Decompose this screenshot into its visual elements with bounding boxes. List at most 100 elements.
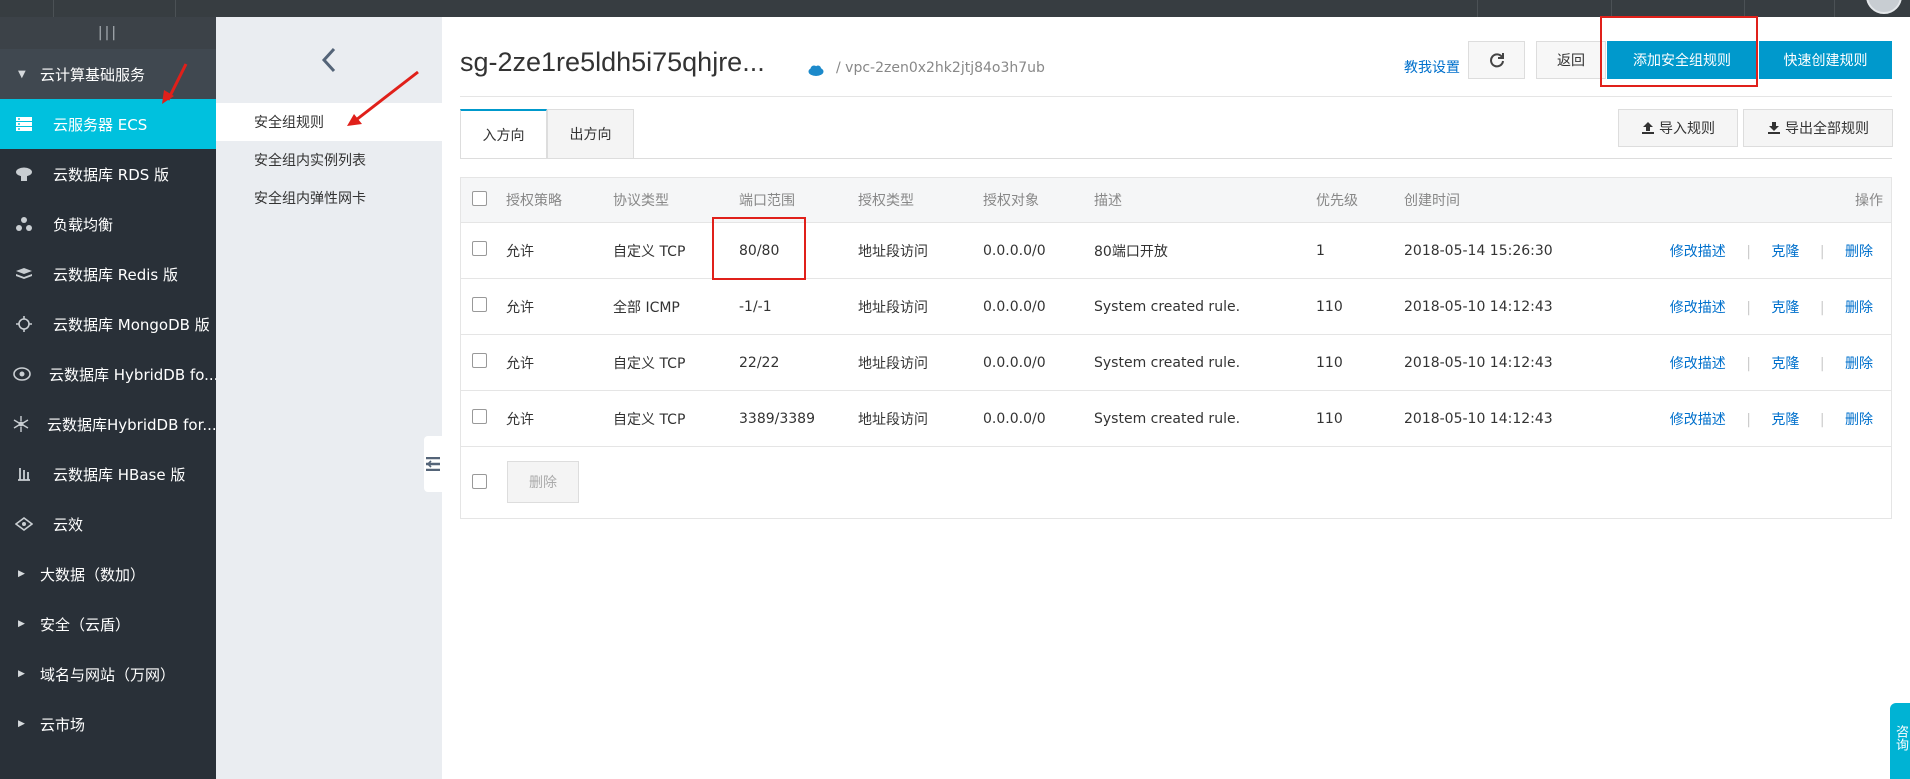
sidebar-item-devops[interactable]: 云效 [0, 499, 216, 549]
sidebar-item-hybriddb-2[interactable]: 云数据库HybridDB for... [0, 399, 216, 449]
sidebar-group-label: 安全（云盾） [40, 615, 131, 634]
sidebar-item-label: 负载均衡 [53, 215, 114, 234]
sidebar-collapse-handle[interactable]: ||| [0, 17, 216, 49]
cell-description: System created rule. [1094, 354, 1241, 371]
topbar-segment[interactable] [1346, 0, 1478, 17]
edit-description-link[interactable]: 修改描述 [1670, 300, 1726, 316]
select-all-checkbox[interactable] [472, 191, 487, 206]
consult-label: 咨询 [1893, 725, 1908, 751]
clone-link[interactable]: 克隆 [1771, 356, 1799, 372]
table-row: 允许 自定义 TCP 22/22 地址段访问 0.0.0.0/0 System … [461, 335, 1891, 391]
action-separator: | [1819, 243, 1825, 260]
clone-link[interactable]: 克隆 [1771, 244, 1799, 260]
sidebar-group-domain[interactable]: ▶ 域名与网站（万网） [0, 649, 216, 699]
row-checkbox[interactable] [472, 409, 487, 424]
delete-link[interactable]: 删除 [1845, 412, 1873, 428]
cell-created: 2018-05-10 14:12:43 [1404, 298, 1553, 315]
back-button[interactable]: 返回 [1536, 41, 1606, 79]
table-row: 允许 自定义 TCP 80/80 地址段访问 0.0.0.0/0 80端口开放 … [461, 217, 1891, 280]
sidebar-item-mongodb[interactable]: 云数据库 MongoDB 版 [0, 299, 216, 349]
avatar[interactable] [1866, 0, 1902, 14]
row-actions: 修改描述 | 克隆 | 删除 [1670, 409, 1873, 429]
mongodb-icon [13, 313, 35, 335]
sidebar-item-hbase[interactable]: 云数据库 HBase 版 [0, 449, 216, 499]
sidebar-group-cloud-basic[interactable]: ▼ 云计算基础服务 [0, 49, 216, 99]
delete-link[interactable]: 删除 [1845, 356, 1873, 372]
topbar-segment[interactable] [1612, 0, 1745, 17]
export-rules-button[interactable]: 导出全部规则 [1743, 109, 1893, 147]
row-actions: 修改描述 | 克隆 | 删除 [1670, 297, 1873, 317]
row-checkbox[interactable] [472, 297, 487, 312]
edit-description-link[interactable]: 修改描述 [1670, 244, 1726, 260]
clone-link[interactable]: 克隆 [1771, 300, 1799, 316]
submenu-item-instances[interactable]: 安全组内实例列表 [216, 141, 442, 179]
column-header: 端口范围 [739, 193, 795, 209]
action-separator: | [1746, 355, 1751, 372]
cloud-icon[interactable] [808, 61, 824, 80]
column-header: 授权对象 [983, 193, 1039, 209]
cell-port: 22/22 [739, 354, 780, 371]
delete-link[interactable]: 删除 [1845, 244, 1873, 260]
export-label: 导出全部规则 [1785, 121, 1869, 137]
table-footer: 删除 [461, 447, 1891, 518]
edit-description-link[interactable]: 修改描述 [1670, 356, 1726, 372]
topbar-segment[interactable] [0, 0, 54, 17]
cell-protocol: 自定义 TCP [613, 243, 686, 260]
cell-auth-type: 地址段访问 [858, 411, 928, 428]
breadcrumb-vpc: / vpc-2zen0x2hk2jtj84o3h7ub [836, 60, 1045, 76]
bulk-delete-button[interactable]: 删除 [507, 461, 579, 503]
refresh-icon [1489, 53, 1504, 68]
sidebar-group-market[interactable]: ▶ 云市场 [0, 699, 216, 749]
sidebar-item-slb[interactable]: 负载均衡 [0, 199, 216, 249]
collapse-menu-icon[interactable] [424, 436, 442, 492]
cell-auth-type: 地址段访问 [858, 299, 928, 316]
cell-target: 0.0.0.0/0 [983, 242, 1046, 259]
cell-target: 0.0.0.0/0 [983, 410, 1046, 427]
cell-priority: 110 [1316, 354, 1343, 371]
help-link[interactable]: 教我设置 [1404, 49, 1460, 85]
column-header: 协议类型 [613, 193, 669, 209]
action-separator: | [1819, 411, 1825, 428]
cell-port: 3389/3389 [739, 410, 815, 427]
edit-description-link[interactable]: 修改描述 [1670, 412, 1726, 428]
sidebar-item-rds[interactable]: 云数据库 RDS 版 [0, 149, 216, 199]
clone-link[interactable]: 克隆 [1771, 412, 1799, 428]
sidebar-item-ecs[interactable]: 云服务器 ECS [0, 99, 216, 149]
topbar-segment[interactable] [54, 0, 176, 17]
hybriddb-cluster-icon [13, 413, 29, 435]
sidebar-item-label: 云效 [53, 515, 84, 534]
footer-select-all-checkbox[interactable] [472, 474, 487, 489]
tabs-divider [460, 158, 1892, 159]
import-rules-button[interactable]: 导入规则 [1618, 109, 1738, 147]
tab-outbound[interactable]: 出方向 [547, 109, 634, 159]
caret-down-icon: ▼ [18, 68, 26, 80]
cell-protocol: 自定义 TCP [613, 411, 686, 428]
back-chevron-icon[interactable] [216, 17, 442, 103]
sidebar-item-redis[interactable]: 云数据库 Redis 版 [0, 249, 216, 299]
cell-priority: 1 [1316, 242, 1325, 259]
main-content: sg-2ze1re5ldh5i75qhjre... / vpc-2zen0x2h… [442, 16, 1910, 779]
column-header: 创建时间 [1404, 193, 1460, 209]
row-checkbox[interactable] [472, 353, 487, 368]
consult-floating-button[interactable]: 咨询 [1890, 703, 1910, 779]
tab-inbound[interactable]: 入方向 [460, 109, 547, 159]
sidebar-item-hybriddb[interactable]: 云数据库 HybridDB fo... [0, 349, 216, 399]
submenu-item-eni[interactable]: 安全组内弹性网卡 [216, 179, 442, 217]
quick-create-rule-button[interactable]: 快速创建规则 [1759, 41, 1892, 79]
column-header: 授权策略 [506, 193, 562, 209]
sidebar-item-label: 云数据库HybridDB for... [47, 415, 216, 434]
topbar-segment[interactable] [1745, 0, 1835, 17]
row-checkbox[interactable] [472, 241, 487, 256]
delete-link[interactable]: 删除 [1845, 300, 1873, 316]
caret-right-icon: ▶ [18, 619, 25, 629]
table-row: 允许 全部 ICMP -1/-1 地址段访问 0.0.0.0/0 System … [461, 279, 1891, 335]
sidebar-group-label: 域名与网站（万网） [40, 665, 176, 684]
sidebar-group-security[interactable]: ▶ 安全（云盾） [0, 599, 216, 649]
sidebar-item-label: 云数据库 HBase 版 [53, 465, 186, 484]
sidebar-group-bigdata[interactable]: ▶ 大数据（数加） [0, 549, 216, 599]
topbar-segment[interactable] [1478, 0, 1612, 17]
refresh-button[interactable] [1468, 41, 1525, 79]
direction-tabs: 入方向 出方向 [460, 109, 634, 159]
cell-protocol: 自定义 TCP [613, 355, 686, 372]
submenu-item-rules[interactable]: 安全组规则 [216, 103, 442, 141]
